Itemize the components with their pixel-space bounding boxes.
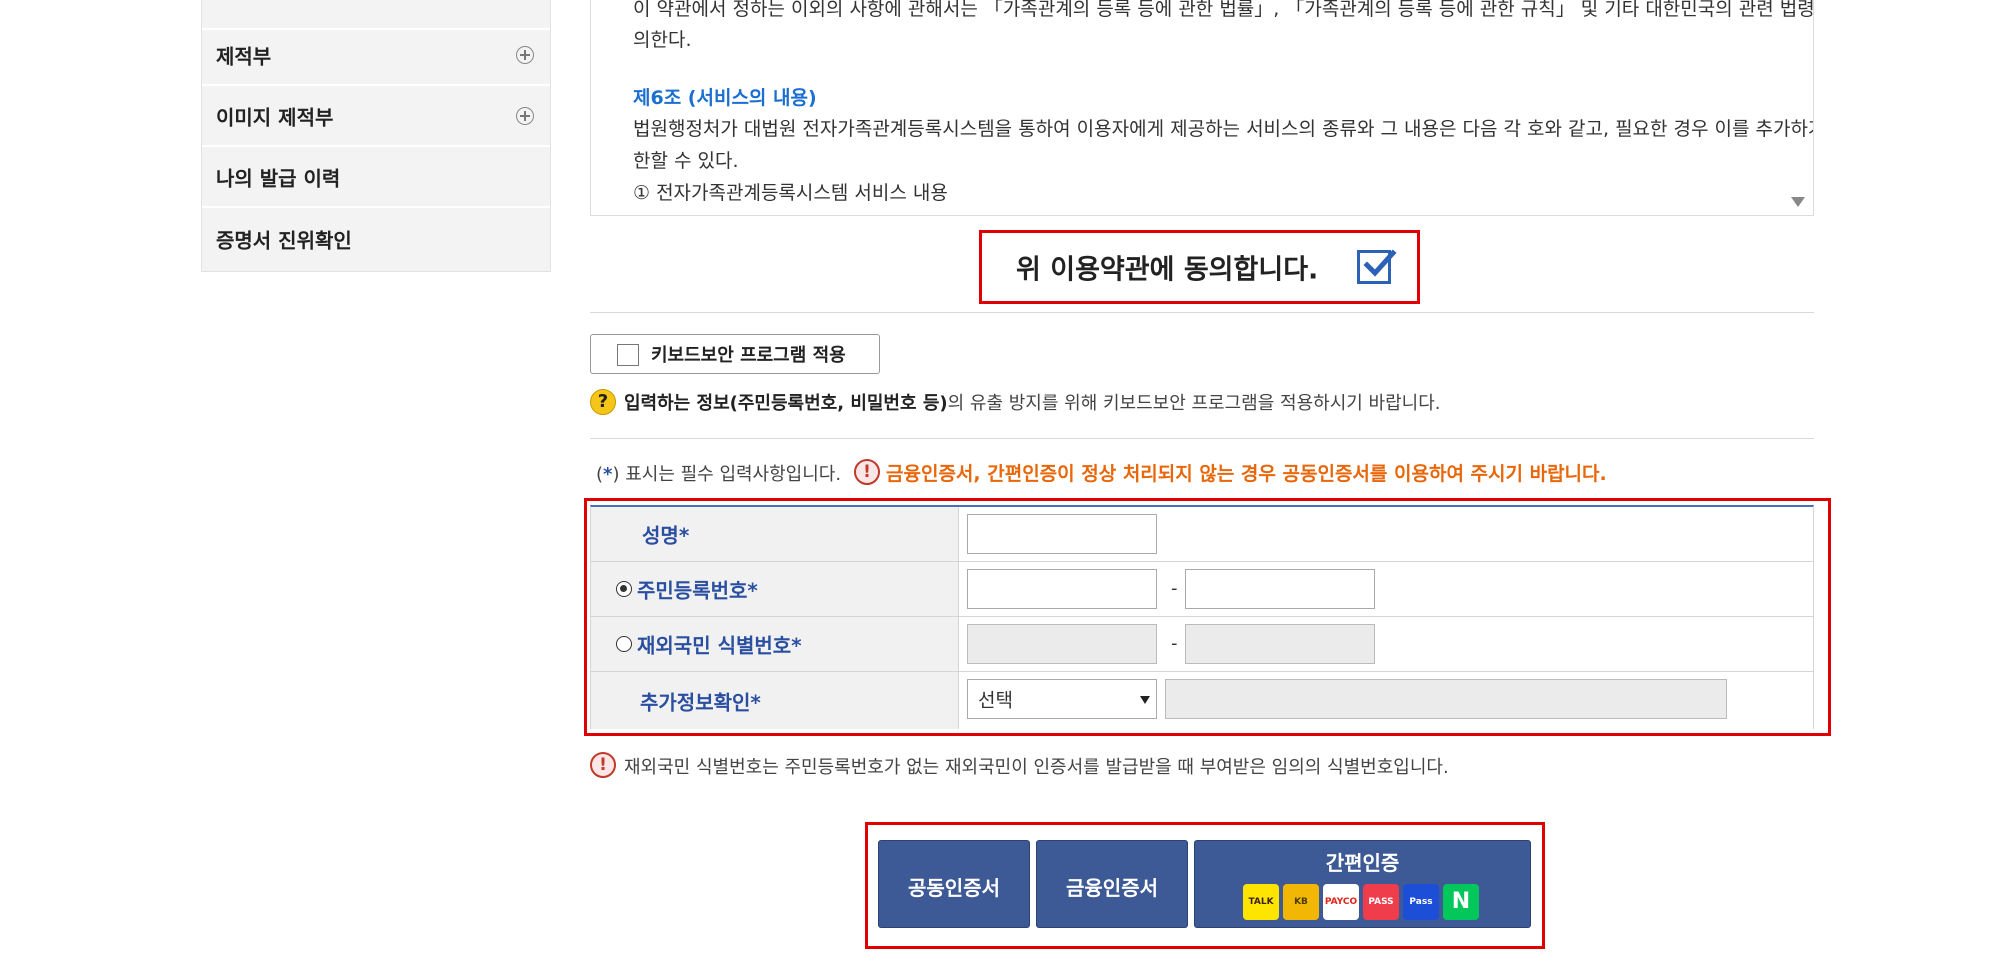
sidebar-item-label: 이미지 제적부: [216, 105, 334, 130]
extra-info-label-text: 추가정보확인: [640, 690, 751, 714]
keyboard-security-toggle[interactable]: 키보드보안 프로그램 적용: [590, 334, 880, 374]
foreign-id-label: 재외국민 식별번호*: [637, 630, 802, 659]
terms-line: 이 약관에서 정하는 이외의 사항에 관해서는 「가족관계의 등록 등에 관한 …: [633, 0, 1814, 20]
extra-info-input[interactable]: [1165, 679, 1727, 719]
joint-certificate-button[interactable]: 공동인증서: [878, 840, 1030, 928]
sidebar-item-issue-history[interactable]: 나의 발급 이력: [202, 148, 550, 208]
form-label-cell: 추가정보확인*: [591, 672, 959, 729]
extra-info-label: 추가정보확인*: [640, 686, 761, 715]
required-field-notice: (*) 표시는 필수 입력사항입니다.: [596, 460, 841, 486]
plus-circle-icon[interactable]: [516, 46, 534, 64]
naver-logo-icon: N: [1443, 884, 1479, 920]
samsung-pass-logo-icon: Pass: [1403, 884, 1439, 920]
paren-open: (: [596, 464, 604, 485]
checkmark-icon: [1363, 249, 1397, 277]
required-star: *: [747, 578, 758, 603]
simple-auth-label: 간편인증: [1325, 851, 1400, 875]
simple-auth-button[interactable]: 간편인증 TALK KB PAYCO PASS Pass N: [1194, 840, 1531, 928]
form-row-foreign-id: 재외국민 식별번호* -: [591, 617, 1813, 672]
form-row-extra-info: 추가정보확인* 선택: [591, 672, 1813, 729]
foreign-id-label-text: 재외국민 식별번호: [637, 633, 792, 658]
terms-line: ① 전자가족관계등록시스템 서비스 내용: [633, 182, 948, 204]
form-label-cell: 재외국민 식별번호*: [591, 617, 959, 671]
terms-line: 의한다.: [633, 29, 692, 51]
divider: [590, 312, 1814, 313]
sidebar-item-image-removed-register[interactable]: 이미지 제적부: [202, 87, 550, 147]
warning-icon: !: [854, 459, 880, 485]
rrn-dash: -: [1171, 578, 1178, 599]
terms-line: 한할 수 있다.: [633, 150, 739, 172]
terms-agree-checkbox[interactable]: [1357, 249, 1397, 284]
keyboard-security-label: 키보드보안 프로그램 적용: [651, 345, 846, 366]
keyboard-security-checkbox[interactable]: [617, 344, 639, 366]
form-row-name: 성명*: [591, 507, 1813, 562]
cert-warning-text: 금융인증서, 간편인증이 정상 처리되지 않는 경우 공동인증서를 이용하여 주…: [886, 463, 1607, 485]
divider: [590, 438, 1814, 439]
pass-logo-icon: PASS: [1363, 884, 1399, 920]
required-star: *: [750, 690, 761, 714]
kb-logo-icon: KB: [1283, 884, 1319, 920]
foreign-id-radio[interactable]: [616, 636, 632, 652]
scroll-down-arrow-icon[interactable]: [1791, 197, 1805, 207]
name-label: 성명*: [642, 520, 689, 549]
terms-line: 법원행정처가 대법원 전자가족관계등록시스템을 통하여 이용자에게 제공하는 서…: [633, 118, 1814, 140]
joint-certificate-label: 공동인증서: [908, 876, 1000, 900]
foreign-id-notice: 재외국민 식별번호는 주민등록번호가 없는 재외국민이 인증서를 발급받을 때 …: [624, 757, 1449, 778]
extra-info-select[interactable]: 선택: [967, 679, 1157, 719]
terms-agree-box[interactable]: 위 이용약관에 동의합니다.: [979, 230, 1420, 304]
keyboard-security-notice: 입력하는 정보(주민등록번호, 비밀번호 등)의 유출 방지를 위해 키보드보안…: [624, 389, 1441, 415]
notice-text: 의 유출 방지를 위해 키보드보안 프로그램을 적용하시기 바랍니다.: [947, 393, 1441, 414]
rrn-front-input[interactable]: [967, 569, 1157, 609]
warning-icon: !: [590, 752, 616, 778]
terms-article-heading: 제6조 (서비스의 내용): [633, 87, 817, 109]
extra-info-select-value: 선택: [978, 689, 1013, 712]
plus-circle-icon[interactable]: [516, 107, 534, 125]
notice-bold-text: 입력하는 정보(주민등록번호, 비밀번호 등): [624, 393, 948, 414]
form-label-cell: 주민등록번호*: [591, 562, 959, 616]
name-input[interactable]: [967, 514, 1157, 554]
foreign-id-front-input[interactable]: [967, 624, 1157, 664]
sidebar-item-label: 증명서 진위확인: [216, 228, 352, 253]
form-row-rrn: 주민등록번호* -: [591, 562, 1813, 617]
name-label-text: 성명: [642, 523, 679, 548]
required-star: *: [791, 633, 802, 658]
terms-agree-label: 위 이용약관에 동의합니다.: [1016, 254, 1319, 286]
rrn-back-input[interactable]: [1185, 569, 1375, 609]
rrn-radio[interactable]: [616, 581, 632, 597]
sidebar-item-label: 제적부: [216, 44, 272, 69]
rrn-label: 주민등록번호*: [637, 575, 758, 604]
sidebar-item-label: 나의 발급 이력: [216, 166, 341, 191]
form-label-cell: 성명*: [591, 507, 959, 561]
required-notice-text: ) 표시는 필수 입력사항입니다.: [612, 464, 842, 485]
sidebar-item-removed-register[interactable]: 제적부: [202, 26, 550, 86]
rrn-label-text: 주민등록번호: [637, 578, 748, 603]
help-icon: ?: [590, 389, 616, 415]
financial-certificate-button[interactable]: 금융인증서: [1036, 840, 1188, 928]
kakao-logo-icon: TALK: [1243, 884, 1279, 920]
foreign-id-dash: -: [1171, 633, 1178, 654]
sidebar-item-certificate-verify[interactable]: 증명서 진위확인: [202, 209, 550, 269]
required-star: *: [678, 523, 690, 548]
foreign-id-back-input[interactable]: [1185, 624, 1375, 664]
dropdown-arrow-icon: [1140, 696, 1150, 704]
terms-scroll-box[interactable]: 이 약관에서 정하는 이외의 사항에 관해서는 「가족관계의 등록 등에 관한 …: [590, 0, 1814, 216]
sidebar: 제적부 이미지 제적부 나의 발급 이력 증명서 진위확인: [201, 0, 551, 272]
identity-form-table: 성명* 주민등록번호* - 재외국민 식별번호* - 추가정보확인* 선택: [590, 505, 1814, 729]
payco-logo-icon: PAYCO: [1323, 884, 1359, 920]
financial-certificate-label: 금융인증서: [1066, 876, 1158, 900]
